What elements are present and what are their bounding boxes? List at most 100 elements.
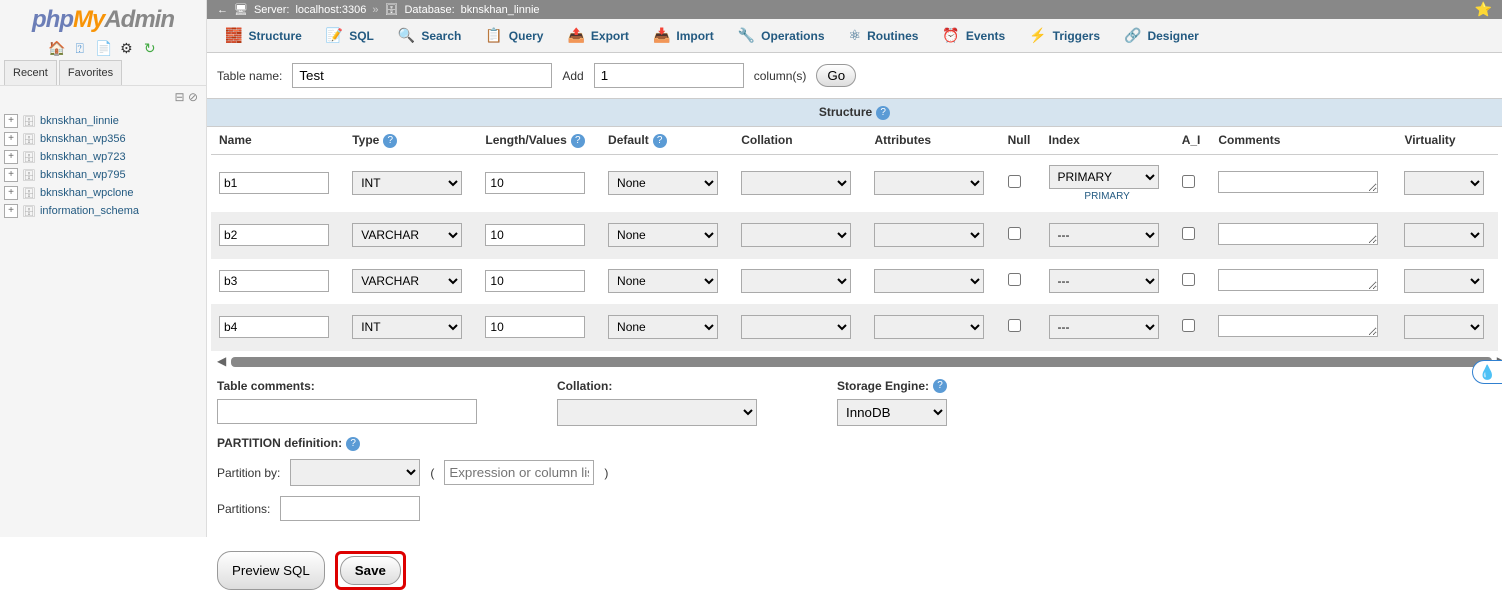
table-name-input[interactable] — [292, 63, 552, 88]
add-columns-input[interactable] — [594, 63, 744, 88]
save-button[interactable]: Save — [340, 556, 401, 585]
floating-action-icon[interactable]: 💧 — [1472, 360, 1502, 384]
help-icon[interactable]: ? — [571, 134, 585, 148]
expand-icon[interactable]: + — [4, 132, 18, 146]
tab-sql[interactable]: 📝SQL — [314, 19, 386, 52]
field-null-checkbox[interactable] — [1008, 175, 1021, 188]
field-attributes-select[interactable] — [874, 171, 984, 195]
help-icon[interactable]: ? — [346, 437, 360, 451]
field-name-input[interactable] — [219, 172, 329, 194]
collapse-all-icon[interactable]: ⊟ — [175, 90, 185, 104]
database-link[interactable]: bknskhan_linnie — [461, 4, 540, 16]
field-length-input[interactable] — [485, 316, 585, 338]
preview-sql-button[interactable]: Preview SQL — [217, 551, 325, 590]
db-item[interactable]: +🗄bknskhan_linnie — [0, 112, 206, 130]
tab-structure[interactable]: 🧱Structure — [213, 19, 314, 52]
tab-query[interactable]: 📋Query — [473, 19, 555, 52]
field-default-select[interactable]: None — [608, 315, 718, 339]
field-default-select[interactable]: None — [608, 269, 718, 293]
storage-engine-select[interactable]: InnoDB — [837, 399, 947, 426]
expand-icon[interactable]: + — [4, 204, 18, 218]
tab-routines[interactable]: ⚛Routines — [837, 19, 931, 52]
tab-favorites[interactable]: Favorites — [59, 60, 122, 85]
field-comments-input[interactable] — [1218, 223, 1378, 245]
field-ai-checkbox[interactable] — [1182, 273, 1195, 286]
help-icon[interactable]: ? — [383, 134, 397, 148]
expand-icon[interactable]: + — [4, 186, 18, 200]
field-ai-checkbox[interactable] — [1182, 175, 1195, 188]
field-type-select[interactable]: INT — [352, 171, 462, 195]
tab-export[interactable]: 📤Export — [555, 19, 640, 52]
field-index-select[interactable]: --- — [1049, 223, 1159, 247]
field-index-select[interactable]: --- — [1049, 315, 1159, 339]
tab-triggers[interactable]: ⚡Triggers — [1017, 19, 1112, 52]
field-name-input[interactable] — [219, 316, 329, 338]
field-type-select[interactable]: VARCHAR — [352, 223, 462, 247]
field-type-select[interactable]: INT — [352, 315, 462, 339]
db-item[interactable]: +🗄information_schema — [0, 202, 206, 220]
field-name-input[interactable] — [219, 224, 329, 246]
field-collation-select[interactable] — [741, 315, 851, 339]
phpmyadmin-logo[interactable]: phpMyAdmin — [0, 0, 206, 36]
field-virtuality-select[interactable] — [1404, 269, 1484, 293]
go-button[interactable]: Go — [816, 64, 856, 87]
field-virtuality-select[interactable] — [1404, 223, 1484, 247]
help-icon[interactable]: ? — [653, 134, 667, 148]
partitions-input[interactable] — [280, 496, 420, 521]
db-item[interactable]: +🗄bknskhan_wp795 — [0, 166, 206, 184]
settings-icon[interactable]: ⚙ — [118, 40, 134, 56]
db-item[interactable]: +🗄bknskhan_wp723 — [0, 148, 206, 166]
field-length-input[interactable] — [485, 224, 585, 246]
quicklinks-icon[interactable]: ⊘ — [188, 90, 198, 104]
field-virtuality-select[interactable] — [1404, 171, 1484, 195]
logout-icon[interactable]: ⍰ — [72, 40, 88, 56]
field-default-select[interactable]: None — [608, 223, 718, 247]
tab-designer[interactable]: 🔗Designer — [1112, 19, 1211, 52]
tab-search[interactable]: 🔍Search — [386, 19, 473, 52]
field-collation-select[interactable] — [741, 171, 851, 195]
partition-by-select[interactable] — [290, 459, 420, 486]
field-comments-input[interactable] — [1218, 269, 1378, 291]
field-length-input[interactable] — [485, 270, 585, 292]
table-comments-input[interactable] — [217, 399, 477, 424]
field-length-input[interactable] — [485, 172, 585, 194]
home-icon[interactable]: 🏠 — [48, 40, 64, 56]
collapse-sidebar-icon[interactable]: ← — [217, 4, 228, 16]
db-item[interactable]: +🗄bknskhan_wpclone — [0, 184, 206, 202]
field-attributes-select[interactable] — [874, 269, 984, 293]
horizontal-scrollbar[interactable] — [231, 357, 1492, 367]
field-comments-input[interactable] — [1218, 171, 1378, 193]
help-icon[interactable]: ? — [876, 106, 890, 120]
docs-icon[interactable]: 📄 — [95, 40, 111, 56]
field-ai-checkbox[interactable] — [1182, 227, 1195, 240]
field-null-checkbox[interactable] — [1008, 273, 1021, 286]
server-link[interactable]: localhost:3306 — [295, 4, 366, 16]
field-virtuality-select[interactable] — [1404, 315, 1484, 339]
partition-expression-input[interactable] — [444, 460, 594, 485]
tab-import[interactable]: 📥Import — [641, 19, 726, 52]
expand-icon[interactable]: + — [4, 168, 18, 182]
field-comments-input[interactable] — [1218, 315, 1378, 337]
tab-recent[interactable]: Recent — [4, 60, 57, 85]
tab-operations[interactable]: 🔧Operations — [726, 19, 837, 52]
favorite-icon[interactable]: ⭐ — [1475, 1, 1492, 18]
tab-events[interactable]: ⏰Events — [930, 19, 1017, 52]
collation-select[interactable] — [557, 399, 757, 426]
expand-icon[interactable]: + — [4, 114, 18, 128]
help-icon[interactable]: ? — [933, 379, 947, 393]
field-type-select[interactable]: VARCHAR — [352, 269, 462, 293]
field-null-checkbox[interactable] — [1008, 227, 1021, 240]
field-default-select[interactable]: None — [608, 171, 718, 195]
field-collation-select[interactable] — [741, 269, 851, 293]
reload-icon[interactable]: ↻ — [142, 40, 158, 56]
field-collation-select[interactable] — [741, 223, 851, 247]
field-index-select[interactable]: --- — [1049, 269, 1159, 293]
field-null-checkbox[interactable] — [1008, 319, 1021, 332]
field-attributes-select[interactable] — [874, 315, 984, 339]
expand-icon[interactable]: + — [4, 150, 18, 164]
field-ai-checkbox[interactable] — [1182, 319, 1195, 332]
field-name-input[interactable] — [219, 270, 329, 292]
db-item[interactable]: +🗄bknskhan_wp356 — [0, 130, 206, 148]
field-index-select[interactable]: PRIMARY — [1049, 165, 1159, 189]
field-attributes-select[interactable] — [874, 223, 984, 247]
